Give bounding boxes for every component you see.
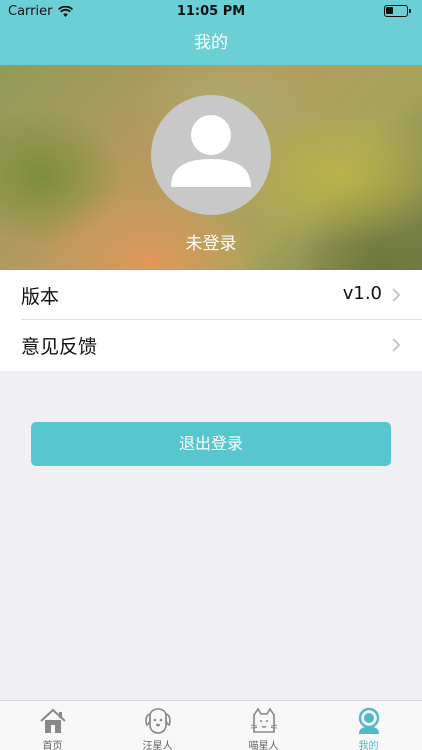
chevron-right-icon bbox=[392, 338, 401, 352]
settings-row-feedback[interactable]: 意见反馈 bbox=[0, 320, 422, 370]
dog-icon bbox=[145, 708, 171, 734]
tab-label: 喵星人 bbox=[248, 741, 279, 750]
app-header: Carrier 11:05 PM 我的 bbox=[0, 0, 422, 65]
chevron-right-icon bbox=[392, 288, 401, 302]
tab-label: 汪星人 bbox=[142, 741, 173, 750]
status-bar: Carrier 11:05 PM bbox=[0, 0, 422, 24]
profile-banner: 未登录 bbox=[0, 65, 422, 270]
feedback-label: 意见反馈 bbox=[21, 336, 98, 358]
settings-row-version[interactable]: 版本 v1.0 bbox=[0, 270, 422, 320]
tab-label: 首页 bbox=[42, 741, 63, 750]
login-status[interactable]: 未登录 bbox=[0, 229, 422, 254]
tab-profile[interactable]: 我的 bbox=[316, 701, 421, 750]
cat-icon bbox=[250, 707, 278, 733]
tab-label: 我的 bbox=[358, 741, 379, 750]
version-value: v1.0 bbox=[342, 283, 382, 304]
battery-icon bbox=[384, 5, 411, 17]
profile-icon bbox=[358, 707, 380, 734]
version-label: 版本 bbox=[21, 286, 60, 308]
clock: 11:05 PM bbox=[176, 4, 246, 19]
page-title: 我的 bbox=[194, 33, 228, 53]
tab-bar: 首页 汪星人 喵星人 我的 bbox=[0, 700, 422, 750]
logout-button[interactable]: 退出登录 bbox=[31, 422, 391, 466]
tab-dog[interactable]: 汪星人 bbox=[105, 701, 210, 750]
avatar[interactable] bbox=[151, 95, 271, 215]
tab-cat[interactable]: 喵星人 bbox=[211, 701, 316, 750]
tab-home[interactable]: 首页 bbox=[0, 701, 105, 750]
default-user-icon bbox=[171, 115, 251, 187]
home-icon bbox=[40, 708, 66, 733]
settings-list: 版本 v1.0 意见反馈 bbox=[0, 270, 422, 371]
